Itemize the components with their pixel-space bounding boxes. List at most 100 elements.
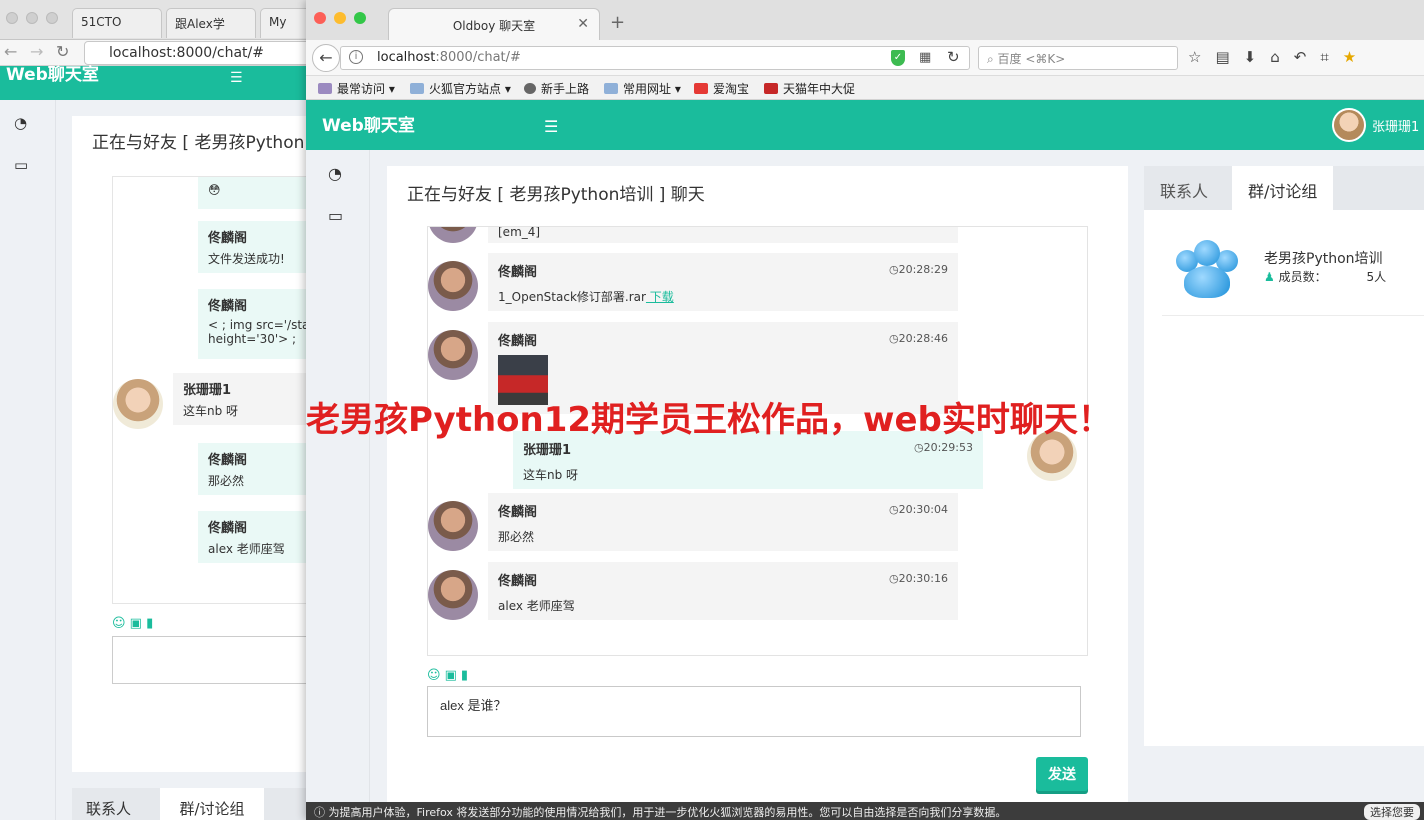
sidebar: ◔ ▭ <box>306 150 370 820</box>
bg-desktop-icon[interactable]: ▭ <box>14 156 28 174</box>
message-bubble: 佟麟阁 ◷20:28:29 1_OpenStack修订部署.rar 下载 <box>488 253 958 311</box>
bg-message: 张珊珊1 这车nb 呀 <box>173 373 310 425</box>
bg-message-input[interactable] <box>112 636 310 684</box>
bookmark-getting-started[interactable]: 新手上路 <box>524 80 589 97</box>
bg-reload-icon[interactable]: ↻ <box>56 42 69 61</box>
tab-contacts[interactable]: 联系人 <box>1144 166 1224 210</box>
info-circle-icon: ⓘ <box>314 806 325 819</box>
tab-groups[interactable]: 群/讨论组 <box>1232 166 1334 210</box>
bg-tab-alex[interactable]: 跟Alex学 <box>166 8 256 38</box>
send-button[interactable]: 发送 <box>1036 757 1088 791</box>
chat-title: 正在与好友 [ 老男孩Python培训 ] 聊天 <box>407 185 705 205</box>
bg-tab-51cto[interactable]: 51CTO <box>72 8 162 38</box>
message-input[interactable] <box>427 686 1081 737</box>
download-link[interactable]: 下载 <box>646 290 674 304</box>
bookmark-firefox-sites[interactable]: 火狐官方站点 ▾ <box>410 80 511 97</box>
background-window: 51CTO 跟Alex学 My ← → ↻ localhost:8000/cha… <box>0 0 310 820</box>
sender-name: 佟麟阁 <box>498 505 538 520</box>
notice-choose-button[interactable]: 选择您要 <box>1364 804 1420 820</box>
crop-icon[interactable]: ⌗ <box>1320 48 1328 66</box>
reload-icon[interactable]: ↻ <box>947 48 960 66</box>
avatar <box>428 570 478 620</box>
bg-menu-icon[interactable]: ☰ <box>230 70 243 86</box>
bg-message-name: 佟麟阁 <box>208 231 248 246</box>
bg-emoji-bubble: 😳 <box>198 177 310 209</box>
dashboard-icon[interactable]: ◔ <box>328 164 342 183</box>
app-brand[interactable]: Web聊天室 <box>322 111 415 136</box>
avatar <box>428 330 478 380</box>
bg-emoji-icon: 😳 <box>208 183 221 197</box>
sender-name: 佟麟阁 <box>498 574 538 589</box>
tab-title: Oldboy 聊天室 <box>452 19 536 33</box>
bookmark-most-visited[interactable]: 最常访问 ▾ <box>318 80 395 97</box>
avatar <box>428 261 478 311</box>
bookmark-tmall[interactable]: 天猫年中大促 <box>764 80 855 97</box>
bookmark-aitaobao[interactable]: 爱淘宝 <box>694 80 749 97</box>
bg-tab-groups[interactable]: 群/讨论组 <box>160 788 264 820</box>
bars-icon[interactable]: ☰ <box>544 117 558 136</box>
qr-code-icon[interactable]: ▦ <box>919 50 931 65</box>
bookmark-common-sites[interactable]: 常用网址 ▾ <box>604 80 681 97</box>
undo-icon[interactable]: ↶ <box>1294 48 1307 66</box>
bg-message-text: alex 老师座驾 <box>208 542 285 556</box>
search-placeholder: 百度 <⌘K> <box>997 52 1066 66</box>
bg-url-bar[interactable]: localhost:8000/chat/# <box>84 41 310 65</box>
group-item[interactable]: 老男孩Python培训 ♟ 成员数： 5人 <box>1162 226 1424 316</box>
group-members: ♟ 成员数： 5人 <box>1264 268 1386 285</box>
bg-message-name: 佟麟阁 <box>208 521 248 536</box>
bg-forward-icon[interactable]: → <box>30 42 43 61</box>
bg-message-text: 文件发送成功! <box>208 252 285 266</box>
user-menu[interactable]: 张珊珊1 <box>1332 108 1419 142</box>
extension-star-icon[interactable]: ★ <box>1343 48 1356 66</box>
window-controls <box>314 12 366 24</box>
active-tab[interactable]: Oldboy 聊天室 ✕ <box>388 8 600 40</box>
message-bubble: 佟麟阁 ◷20:30:04 那必然 <box>488 493 958 551</box>
shield-icon[interactable]: ✓ <box>891 50 905 66</box>
bookmark-label: 爱淘宝 <box>713 82 750 96</box>
bg-app-header: Web聊天室 ☰ <box>0 65 310 100</box>
home-icon[interactable]: ⌂ <box>1270 48 1280 66</box>
search-input[interactable]: ⌕ 百度 <⌘K> <box>978 46 1178 70</box>
close-tab-icon[interactable]: ✕ <box>577 16 589 32</box>
bg-message: 佟麟阁 < ; img src='/sta height='30'> ; <box>198 289 310 359</box>
overlay-caption: 老男孩Python12期学员王松作品，web实时聊天！ <box>306 400 1112 440</box>
bg-tab-contacts[interactable]: 联系人 <box>86 798 131 819</box>
users-icon: ♟ <box>1264 270 1275 284</box>
bg-message: 佟麟阁 alex 老师座驾 <box>198 511 310 563</box>
desktop-icon[interactable]: ▭ <box>328 206 343 225</box>
file-icon[interactable]: ▮ <box>461 668 468 683</box>
download-icon[interactable]: ⬇ <box>1244 48 1257 66</box>
reading-list-icon[interactable]: ▤ <box>1215 48 1229 66</box>
app-header: Web聊天室 ☰ 张珊珊1 <box>306 100 1424 150</box>
navigation-bar: ← i localhost:8000/chat/# ✓ ▦ ↻ ⌕ 百度 <⌘K… <box>306 40 1424 76</box>
emoji-icon[interactable]: ☺ <box>427 668 441 683</box>
bg-chat-title: 正在与好友 [ 老男孩Python <box>92 133 305 153</box>
bg-brand: Web聊天室 <box>6 65 99 85</box>
close-window-button[interactable] <box>314 12 326 24</box>
zoom-window-button[interactable] <box>354 12 366 24</box>
bg-tab-my[interactable]: My <box>260 8 310 38</box>
message-time: ◷20:28:29 <box>888 263 948 276</box>
sender-name: 佟麟阁 <box>498 334 538 349</box>
back-button[interactable]: ← <box>312 44 340 72</box>
chat-panel: 正在与好友 [ 老男孩Python培训 ] 聊天 [em_4] 佟麟阁 ◷20:… <box>387 166 1128 820</box>
folder-icon <box>604 83 618 94</box>
minimize-window-button[interactable] <box>334 12 346 24</box>
new-tab-icon[interactable]: + <box>610 12 625 33</box>
bg-dashboard-icon[interactable]: ◔ <box>14 114 27 132</box>
message-time: ◷20:30:04 <box>888 503 948 516</box>
url-bar[interactable]: i localhost:8000/chat/# ✓ ▦ ↻ <box>340 46 970 70</box>
image-icon[interactable]: ▣ <box>445 668 457 683</box>
url-text[interactable]: localhost:8000/chat/# <box>377 50 521 65</box>
bookmark-star-icon[interactable]: ☆ <box>1188 48 1201 66</box>
info-icon[interactable]: i <box>349 50 363 64</box>
bookmark-label: 天猫年中大促 <box>783 82 856 96</box>
message-time: ◷20:28:46 <box>888 332 948 345</box>
message-time: ◷20:29:53 <box>913 441 973 454</box>
bookmarks-bar: 最常访问 ▾ 火狐官方站点 ▾ 新手上路 常用网址 ▾ 爱淘宝 天猫年中大促 <box>306 76 1424 100</box>
bg-back-icon[interactable]: ← <box>4 42 17 61</box>
message-list[interactable]: [em_4] 佟麟阁 ◷20:28:29 1_OpenStack修订部署.rar… <box>427 226 1088 656</box>
bg-contact-tabs: 联系人 群/讨论组 <box>72 788 310 820</box>
bg-message-text: 这车nb 呀 <box>183 404 239 418</box>
contacts-tabs: 联系人 群/讨论组 <box>1144 166 1424 210</box>
